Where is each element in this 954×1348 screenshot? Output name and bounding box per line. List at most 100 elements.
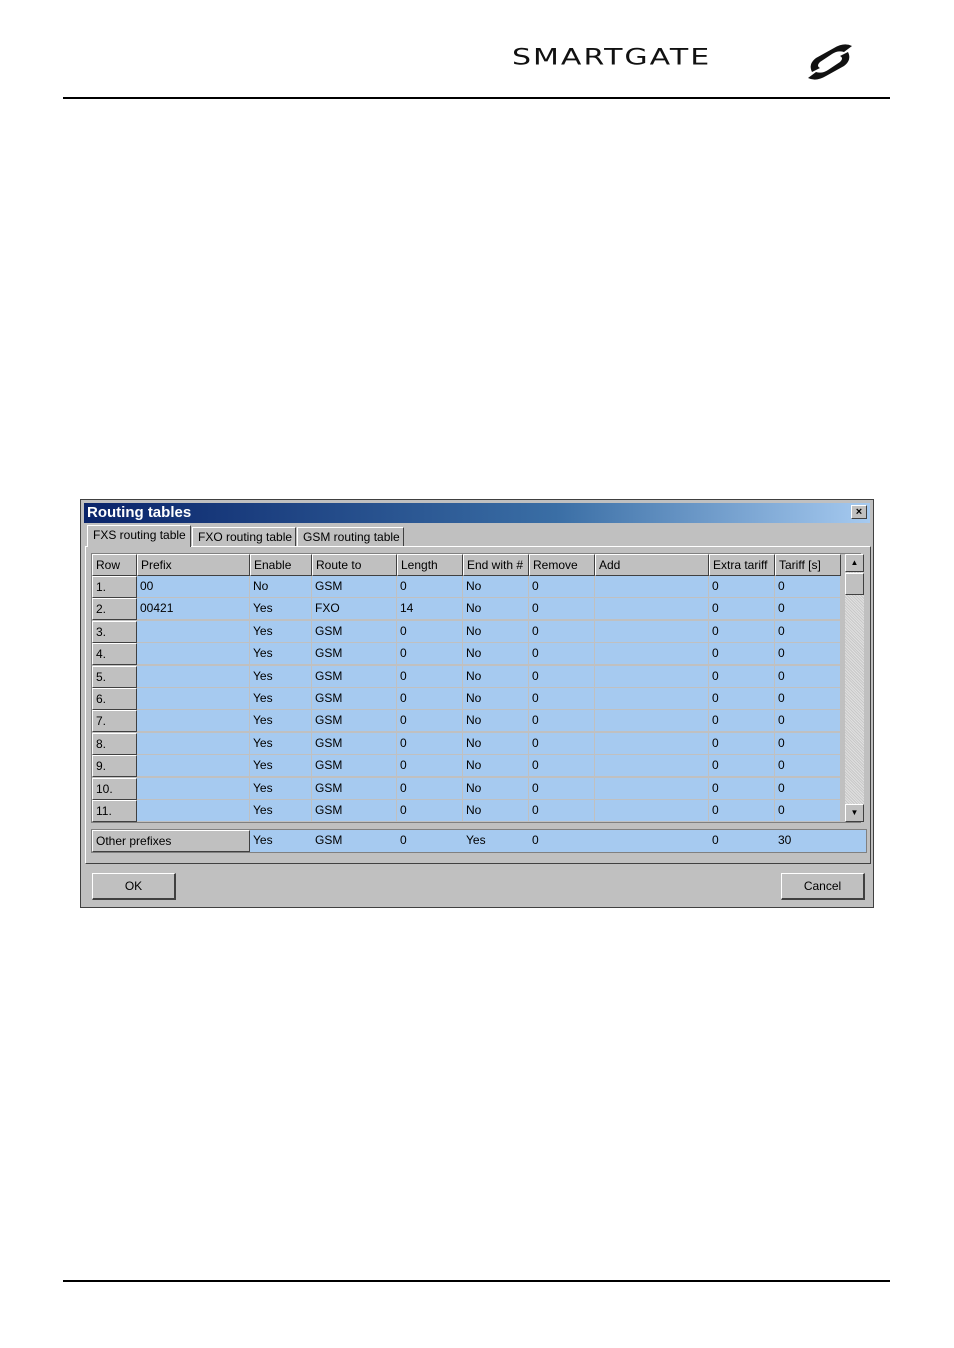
table-cell-tariff[interactable]: 0 [775,620,841,643]
table-cell-enable[interactable]: Yes [250,710,312,733]
table-cell-prefix[interactable] [137,688,250,710]
table-cell-extra-tariff[interactable]: 0 [709,576,775,598]
column-header-route-to[interactable]: Route to [312,554,397,576]
table-cell-remove[interactable]: 0 [529,665,595,688]
scroll-thumb[interactable] [845,573,864,595]
table-cell-remove[interactable]: 0 [529,777,595,800]
scroll-up-button[interactable]: ▲ [845,554,864,572]
table-cell-remove[interactable]: 0 [529,710,595,733]
table-cell-add[interactable] [595,688,709,710]
table-cell-add[interactable] [595,643,709,666]
table-cell-add[interactable] [595,732,709,755]
table-cell-prefix[interactable] [137,620,250,643]
table-cell-extra-tariff[interactable]: 0 [709,620,775,643]
table-cell-enable[interactable]: Yes [250,643,312,666]
table-cell-end-with-hash[interactable]: No [463,732,529,755]
table-cell-enable[interactable]: Yes [250,755,312,778]
table-cell-remove[interactable]: 0 [529,688,595,710]
table-cell-prefix[interactable]: 00 [137,576,250,598]
table-cell-prefix[interactable] [137,732,250,755]
other-prefixes-cell-length[interactable]: 0 [397,830,463,852]
table-cell-remove[interactable]: 0 [529,576,595,598]
table-cell-tariff[interactable]: 0 [775,643,841,666]
table-cell-length[interactable]: 0 [397,732,463,755]
table-cell-length[interactable]: 0 [397,576,463,598]
table-cell-route-to[interactable]: GSM [312,710,397,733]
column-header-length[interactable]: Length [397,554,463,576]
column-header-row[interactable]: Row [92,554,137,576]
table-cell-length[interactable]: 0 [397,755,463,778]
table-cell-add[interactable] [595,777,709,800]
table-cell-enable[interactable]: Yes [250,665,312,688]
table-cell-extra-tariff[interactable]: 0 [709,732,775,755]
table-cell-extra-tariff[interactable]: 0 [709,710,775,733]
table-cell-add[interactable] [595,576,709,598]
table-cell-prefix[interactable] [137,643,250,666]
table-cell-length[interactable]: 0 [397,800,463,822]
other-prefixes-cell-route-to[interactable]: GSM [312,830,397,852]
table-cell-length[interactable]: 0 [397,710,463,733]
cancel-button[interactable]: Cancel [781,873,865,900]
table-cell-end-with-hash[interactable]: No [463,598,529,621]
table-cell-route-to[interactable]: GSM [312,755,397,778]
table-cell-tariff[interactable]: 0 [775,688,841,710]
table-cell-end-with-hash[interactable]: No [463,710,529,733]
table-cell-remove[interactable]: 0 [529,732,595,755]
scroll-down-button[interactable]: ▼ [845,804,864,822]
column-header-extra-tariff[interactable]: Extra tariff [709,554,775,576]
table-cell-enable[interactable]: Yes [250,620,312,643]
table-cell-route-to[interactable]: FXO [312,598,397,621]
tab-fxo-routing-table[interactable]: FXO routing table [192,527,296,547]
table-cell-tariff[interactable]: 0 [775,710,841,733]
other-prefixes-cell-extra-tariff[interactable]: 0 [709,830,775,852]
table-cell-tariff[interactable]: 0 [775,755,841,778]
table-cell-enable[interactable]: Yes [250,777,312,800]
table-cell-remove[interactable]: 0 [529,620,595,643]
tab-gsm-routing-table[interactable]: GSM routing table [297,527,404,547]
table-cell-length[interactable]: 0 [397,665,463,688]
table-cell-length[interactable]: 0 [397,777,463,800]
table-cell-length[interactable]: 0 [397,643,463,666]
table-cell-route-to[interactable]: GSM [312,643,397,666]
table-cell-prefix[interactable] [137,800,250,822]
table-cell-end-with-hash[interactable]: No [463,755,529,778]
table-cell-end-with-hash[interactable]: No [463,688,529,710]
table-cell-tariff[interactable]: 0 [775,665,841,688]
title-bar[interactable]: Routing tables × [84,503,870,523]
table-cell-enable[interactable]: Yes [250,688,312,710]
table-cell-prefix[interactable]: 00421 [137,598,250,621]
close-button[interactable]: × [851,505,867,519]
table-cell-extra-tariff[interactable]: 0 [709,688,775,710]
table-cell-extra-tariff[interactable]: 0 [709,665,775,688]
ok-button[interactable]: OK [92,873,176,900]
table-cell-route-to[interactable]: GSM [312,688,397,710]
column-header-prefix[interactable]: Prefix [137,554,250,576]
table-cell-prefix[interactable] [137,755,250,778]
column-header-end-with-hash[interactable]: End with # [463,554,529,576]
table-cell-end-with-hash[interactable]: No [463,665,529,688]
column-header-enable[interactable]: Enable [250,554,312,576]
table-cell-add[interactable] [595,710,709,733]
table-cell-extra-tariff[interactable]: 0 [709,777,775,800]
table-cell-length[interactable]: 0 [397,620,463,643]
table-cell-tariff[interactable]: 0 [775,598,841,621]
table-cell-remove[interactable]: 0 [529,643,595,666]
table-cell-prefix[interactable] [137,777,250,800]
table-cell-tariff[interactable]: 0 [775,777,841,800]
table-cell-route-to[interactable]: GSM [312,665,397,688]
table-cell-tariff[interactable]: 0 [775,732,841,755]
table-cell-extra-tariff[interactable]: 0 [709,643,775,666]
table-cell-route-to[interactable]: GSM [312,576,397,598]
column-header-remove[interactable]: Remove [529,554,595,576]
table-cell-tariff[interactable]: 0 [775,800,841,822]
table-cell-tariff[interactable]: 0 [775,576,841,598]
other-prefixes-cell-tariff[interactable]: 30 [775,830,841,852]
table-cell-extra-tariff[interactable]: 0 [709,755,775,778]
other-prefixes-cell-enable[interactable]: Yes [250,830,312,852]
table-cell-add[interactable] [595,755,709,778]
table-cell-add[interactable] [595,665,709,688]
table-cell-end-with-hash[interactable]: No [463,643,529,666]
table-cell-end-with-hash[interactable]: No [463,620,529,643]
table-cell-enable[interactable]: Yes [250,800,312,822]
table-cell-length[interactable]: 0 [397,688,463,710]
